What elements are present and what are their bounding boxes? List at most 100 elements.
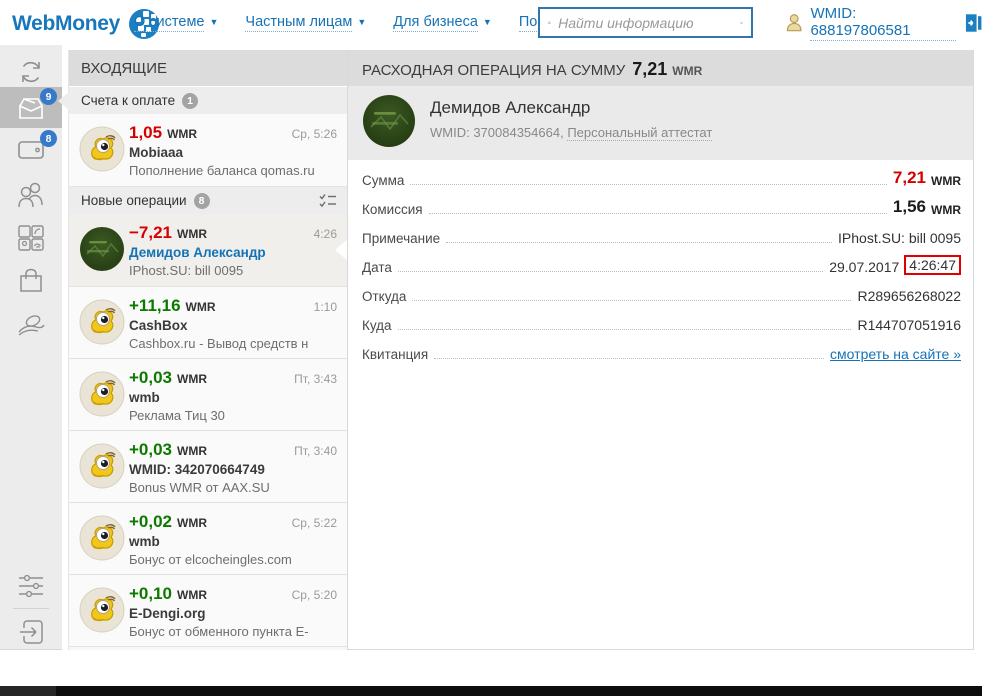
sidebar-divider xyxy=(13,608,49,609)
sidebar-item-contacts[interactable] xyxy=(0,173,62,214)
keeper-avatar xyxy=(79,299,125,345)
row-label: Куда xyxy=(362,318,392,333)
item-name: Mobiaaa xyxy=(129,145,339,160)
list-item-bill[interactable]: Ср, 5:26 1,05WMR Mobiaaa Пополнение бала… xyxy=(69,114,347,187)
purse-count-badge: 8 xyxy=(40,130,57,147)
incoming-column: ВХОДЯЩИЕ Счета к оплате 1 Ср, 5:26 1,05W… xyxy=(68,50,347,650)
detail-title-currency: WMR xyxy=(672,64,702,78)
detail-row-note: Примечание IPhost.SU: bill 0095 xyxy=(362,222,961,251)
contact-wmid-line: WMID: 370084354664, Персональный аттеста… xyxy=(430,125,712,140)
incoming-count-badge: 9 xyxy=(40,88,57,105)
services-grid-icon xyxy=(17,224,45,252)
detail-row-commission: Комиссия 1,56 WMR xyxy=(362,193,961,222)
main-nav: О системе▼ Частным лицам▼ Для бизнеса▼ П… xyxy=(134,0,589,45)
logo-text: WebMoney xyxy=(12,12,120,36)
item-amount: +0,03 xyxy=(129,368,172,387)
keeper-avatar xyxy=(79,515,125,561)
keeper-avatar xyxy=(79,587,125,633)
item-amount: +0,03 xyxy=(129,440,172,459)
item-description: Реклама Тиц 30 xyxy=(129,408,339,423)
row-value: IPhost.SU: bill 0095 xyxy=(838,230,961,246)
refresh-button[interactable] xyxy=(0,51,62,92)
sidebar-item-payments[interactable] xyxy=(0,303,62,344)
contact-name: Демидов Александр xyxy=(430,98,590,118)
row-value-date: 29.07.2017 xyxy=(829,259,899,275)
contact-avatar xyxy=(362,94,416,148)
hand-coin-icon xyxy=(16,310,46,338)
keeper-avatar xyxy=(79,371,125,417)
detail-rows: Сумма 7,21 WMR Комиссия 1,56 WMR Примеча… xyxy=(362,164,961,367)
wmid-link[interactable]: WMID: 688197806581 xyxy=(810,5,955,41)
row-label: Квитанция xyxy=(362,347,428,362)
settings-button[interactable] xyxy=(0,565,62,606)
section-bills-to-pay[interactable]: Счета к оплате 1 xyxy=(69,87,347,114)
list-item-operation-selected[interactable]: 4:26 −7,21WMR Демидов Александр IPhost.S… xyxy=(69,214,347,287)
list-item-operation[interactable]: Пт, 3:40 +0,03WMR WMID: 342070664749 Bon… xyxy=(69,431,347,503)
top-header: WebMoney О системе ▼ Частным лицам▼ xyxy=(0,0,982,45)
nav-business[interactable]: Для бизнеса▼ xyxy=(393,14,492,32)
sidebar-item-incoming[interactable]: 9 xyxy=(0,87,62,128)
nav-label: О системе xyxy=(134,14,204,32)
dotted-leader xyxy=(429,213,887,214)
contacts-icon xyxy=(16,180,46,208)
checklist-icon[interactable] xyxy=(319,193,337,208)
sidebar-item-purse[interactable]: 8 xyxy=(0,129,62,170)
row-label: Сумма xyxy=(362,173,404,188)
dotted-leader xyxy=(410,184,886,185)
item-amount: +0,10 xyxy=(129,584,172,603)
item-description: Бонус от elcocheingles.com xyxy=(129,552,339,567)
item-description: Bonus WMR от AAX.SU xyxy=(129,480,339,495)
row-label: Примечание xyxy=(362,231,440,246)
dotted-leader xyxy=(398,329,852,330)
contact-avatar xyxy=(79,226,125,272)
shopping-bag-icon xyxy=(17,266,45,294)
sidebar-item-market[interactable] xyxy=(0,259,62,300)
detail-title-amount: 7,21 xyxy=(632,59,667,80)
item-name: wmb xyxy=(129,534,339,549)
row-value: 7,21 xyxy=(893,168,926,188)
account-area: WMID: 688197806581 xyxy=(786,0,982,45)
receipt-link[interactable]: смотреть на сайте » xyxy=(830,346,961,362)
row-value: R144707051916 xyxy=(857,317,961,333)
section-new-operations[interactable]: Новые операции 8 xyxy=(69,187,347,214)
list-item-operation[interactable]: Ср, 5:22 +0,02WMR wmb Бонус от elcochein… xyxy=(69,503,347,575)
item-amount: +0,02 xyxy=(129,512,172,531)
logout-door-icon[interactable] xyxy=(964,13,982,33)
row-currency: WMR xyxy=(931,174,961,188)
sliders-icon xyxy=(16,573,46,599)
item-currency: WMR xyxy=(186,300,216,314)
search-dropdown-chevrons-icon[interactable] xyxy=(740,17,743,29)
list-item-operation[interactable]: 1:10 +11,16WMR CashBox Cashbox.ru - Выво… xyxy=(69,287,347,359)
section-label: Новые операции xyxy=(81,193,187,208)
item-name: Демидов Александр xyxy=(129,245,339,260)
row-currency: WMR xyxy=(931,203,961,217)
chevron-down-icon: ▼ xyxy=(357,18,366,27)
chevron-down-icon: ▼ xyxy=(209,18,218,27)
item-amount: −7,21 xyxy=(129,223,172,242)
passport-link[interactable]: Персональный аттестат xyxy=(567,125,712,141)
operation-detail-panel: РАСХОДНАЯ ОПЕРАЦИЯ НА СУММУ 7,21 WMR Дем… xyxy=(347,50,974,650)
exit-arrow-icon xyxy=(17,618,45,646)
item-currency: WMR xyxy=(177,444,207,458)
dotted-leader xyxy=(398,271,823,272)
row-label: Откуда xyxy=(362,289,406,304)
list-item-partial xyxy=(69,647,347,650)
time-annotation-box: 4:26:47 xyxy=(904,255,961,275)
detail-row-sum: Сумма 7,21 WMR xyxy=(362,164,961,193)
nav-about-system[interactable]: О системе ▼ xyxy=(134,14,218,32)
row-label: Дата xyxy=(362,260,392,275)
exit-button[interactable] xyxy=(0,615,62,649)
nav-individuals[interactable]: Частным лицам▼ xyxy=(245,14,366,32)
sidebar-item-services[interactable] xyxy=(0,217,62,258)
item-name: E-Dengi.org xyxy=(129,606,339,621)
user-icon xyxy=(786,13,802,32)
list-item-operation[interactable]: Ср, 5:20 +0,10WMR E-Dengi.org Бонус от о… xyxy=(69,575,347,647)
refresh-icon xyxy=(17,58,45,86)
search-input[interactable] xyxy=(558,15,740,31)
item-name: CashBox xyxy=(129,318,339,333)
dotted-leader xyxy=(412,300,851,301)
search-box[interactable] xyxy=(538,7,753,38)
keeper-avatar xyxy=(79,126,125,172)
icon-sidebar: 9 8 xyxy=(0,45,62,650)
list-item-operation[interactable]: Пт, 3:43 +0,03WMR wmb Реклама Тиц 30 xyxy=(69,359,347,431)
